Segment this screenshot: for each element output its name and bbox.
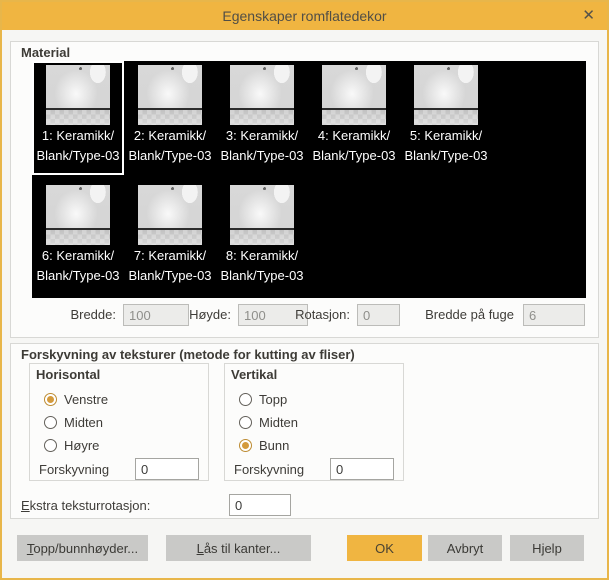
horizontal-radio-høyre[interactable]: Høyre — [44, 434, 108, 457]
radio-icon — [44, 393, 57, 406]
radio-icon — [239, 393, 252, 406]
material-field-input-rotasjon- — [357, 304, 400, 326]
material-tile-3[interactable]: 3: Keramikk/Blank/Type-03 — [216, 61, 308, 175]
horizontal-radio-venstre[interactable]: Venstre — [44, 388, 108, 411]
radio-icon — [44, 416, 57, 429]
vertical-offset-input[interactable] — [330, 458, 394, 480]
tile-label-line2: Blank/Type-03 — [220, 268, 304, 283]
vertical-radio-list: Topp Midten Bunn — [239, 388, 298, 457]
material-tile-2[interactable]: 2: Keramikk/Blank/Type-03 — [124, 61, 216, 175]
properties-dialog: Egenskaper romflatedekor ✕ Material 1: K… — [0, 0, 609, 580]
horizontal-group-label: Horisontal — [36, 367, 101, 382]
radio-label: Venstre — [64, 392, 109, 407]
material-group-label: Material — [21, 45, 71, 60]
cancel-button[interactable]: Avbryt — [428, 535, 502, 561]
tile-preview-image — [138, 65, 202, 125]
tile-preview-image — [46, 65, 110, 125]
horizontal-radio-midten[interactable]: Midten — [44, 411, 108, 434]
horizontal-offset-label: Forskyvning — [39, 462, 110, 477]
vertical-group-label: Vertikal — [231, 367, 278, 382]
material-tile-5[interactable]: 5: Keramikk/Blank/Type-03 — [400, 61, 492, 175]
tile-label-line1: 8: Keramikk/ — [225, 248, 299, 263]
extra-rotation-input[interactable] — [229, 494, 291, 516]
tile-label-line1: 1: Keramikk/ — [41, 128, 115, 143]
tile-label-line1: 2: Keramikk/ — [133, 128, 207, 143]
tile-label-line1: 4: Keramikk/ — [317, 128, 391, 143]
material-tile-panel: 1: Keramikk/Blank/Type-03 2: Keramikk/Bla… — [32, 61, 586, 298]
vertical-radio-bunn[interactable]: Bunn — [239, 434, 298, 457]
material-field-label-rotasjon-: Rotasjon: — [295, 307, 350, 322]
tile-preview-image — [138, 185, 202, 245]
texture-offset-group: Forskyvning av teksturer (metode for kut… — [10, 343, 599, 519]
material-tile-1[interactable]: 1: Keramikk/Blank/Type-03 — [32, 61, 124, 175]
material-group: Material 1: Keramikk/Blank/Type-03 2: Ker… — [10, 41, 599, 338]
radio-icon — [44, 439, 57, 452]
vertical-radio-topp[interactable]: Topp — [239, 388, 298, 411]
radio-label: Midten — [259, 415, 299, 430]
radio-label: Midten — [64, 415, 104, 430]
extra-rotation-label: Ekstra teksturrotasjon: — [21, 498, 151, 513]
tile-preview-image — [322, 65, 386, 125]
tile-label-line1: 3: Keramikk/ — [225, 128, 299, 143]
material-field-label-høyde-: Høyde: — [189, 307, 231, 322]
radio-label: Topp — [259, 392, 288, 407]
radio-icon — [239, 416, 252, 429]
material-field-input-bredde-på-fuge — [523, 304, 585, 326]
lock-to-edges-button[interactable]: Lås til kanter... — [166, 535, 311, 561]
material-field-label-bredde-på-fuge: Bredde på fuge — [425, 307, 514, 322]
vertical-offset-label: Forskyvning — [234, 462, 305, 477]
dialog-title: Egenskaper romflatedekor — [222, 8, 387, 24]
tile-label-line2: Blank/Type-03 — [36, 268, 120, 283]
material-tile-7[interactable]: 7: Keramikk/Blank/Type-03 — [124, 181, 216, 295]
tile-label-line2: Blank/Type-03 — [128, 148, 212, 163]
horizontal-offset-input[interactable] — [135, 458, 199, 480]
help-button[interactable]: Hjelp — [510, 535, 584, 561]
ok-button[interactable]: OK — [347, 535, 422, 561]
radio-label: Høyre — [64, 438, 100, 453]
tile-label-line1: 5: Keramikk/ — [409, 128, 483, 143]
material-fields-row: Bredde: Høyde: Rotasjon: Bredde på fuge — [11, 303, 598, 329]
top-bottom-heights-button[interactable]: Topp/bunnhøyder... — [17, 535, 148, 561]
vertical-radio-midten[interactable]: Midten — [239, 411, 298, 434]
horizontal-radio-list: Venstre Midten Høyre — [44, 388, 108, 457]
vertical-offset-group: Vertikal Topp Midten Bunn Forskyvning — [224, 363, 404, 481]
material-field-input-bredde- — [123, 304, 189, 326]
tile-label-line2: Blank/Type-03 — [312, 148, 396, 163]
radio-label: Bunn — [259, 438, 290, 453]
close-icon[interactable]: ✕ — [582, 2, 595, 30]
material-tile-4[interactable]: 4: Keramikk/Blank/Type-03 — [308, 61, 400, 175]
tile-preview-image — [230, 65, 294, 125]
tile-label-line2: Blank/Type-03 — [128, 268, 212, 283]
tile-label-line2: Blank/Type-03 — [36, 148, 120, 163]
texture-offset-group-label: Forskyvning av teksturer (metode for kut… — [21, 347, 355, 362]
tile-label-line2: Blank/Type-03 — [220, 148, 304, 163]
titlebar[interactable]: Egenskaper romflatedekor ✕ — [2, 2, 607, 30]
tile-label-line1: 6: Keramikk/ — [41, 248, 115, 263]
tile-preview-image — [230, 185, 294, 245]
tile-label-line2: Blank/Type-03 — [404, 148, 488, 163]
radio-icon — [239, 439, 252, 452]
material-field-label-bredde-: Bredde: — [70, 307, 116, 322]
tile-label-line1: 7: Keramikk/ — [133, 248, 207, 263]
tile-preview-image — [414, 65, 478, 125]
material-tile-8[interactable]: 8: Keramikk/Blank/Type-03 — [216, 181, 308, 295]
horizontal-offset-group: Horisontal Venstre Midten Høyre Forskyvnin… — [29, 363, 209, 481]
tile-preview-image — [46, 185, 110, 245]
material-tile-6[interactable]: 6: Keramikk/Blank/Type-03 — [32, 181, 124, 295]
